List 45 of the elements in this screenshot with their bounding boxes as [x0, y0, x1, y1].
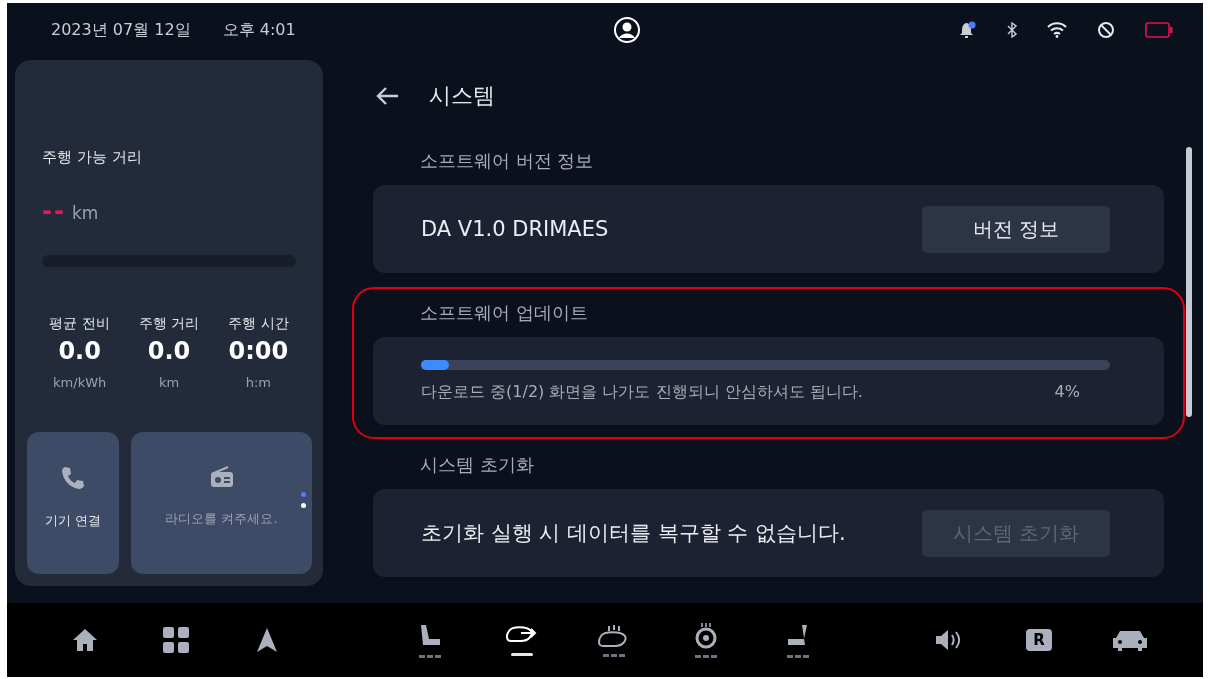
stat-label: 주행 거리 [138, 315, 200, 333]
time: 오후 4:01 [222, 19, 296, 41]
panel-text: DA V1.0 DRIMAES [421, 217, 609, 241]
stat-value: 0.0 [147, 337, 191, 365]
range-label: 주행 가능 거리 [42, 148, 143, 167]
device-connect-widget[interactable]: 기기 연결 [27, 432, 119, 574]
scrollbar[interactable] [1186, 147, 1192, 417]
phone-icon [61, 466, 85, 490]
stat-unit: km/kWh [53, 375, 107, 390]
car-icon [1113, 629, 1147, 651]
grid-icon [162, 627, 189, 653]
progress-percent: 4% [1054, 381, 1080, 403]
stat-unit: h:m [245, 375, 271, 390]
panel-text: 초기화 실행 시 데이터를 복구할 수 없습니다. [421, 520, 846, 547]
notification-icon[interactable] [959, 21, 977, 39]
range-unit: km [71, 203, 99, 223]
radio-icon [209, 466, 234, 488]
stat-label: 평균 전비 [49, 315, 110, 333]
stat-unit: km [158, 375, 180, 390]
device-connect-label: 기기 연결 [44, 512, 102, 530]
rear-camera-button[interactable]: R [1026, 629, 1052, 651]
blocked-icon[interactable] [1097, 21, 1115, 39]
radio-hint: 라디오를 켜주세요. [165, 510, 278, 528]
page-dot[interactable] [301, 503, 306, 508]
profile-icon[interactable] [614, 17, 641, 43]
wifi-icon[interactable] [1047, 22, 1067, 38]
stat-value: 0:00 [228, 337, 289, 365]
navigation-arrow-icon [256, 628, 277, 652]
home-icon [71, 628, 98, 652]
page-dot[interactable] [301, 492, 306, 497]
section-label: 시스템 초기화 [420, 453, 534, 477]
progress-message: 다운로드 중(1/2) 화면을 나가도 진행되니 안심하셔도 됩니다. [421, 381, 863, 403]
bluetooth-icon[interactable] [1007, 22, 1017, 38]
battery-icon[interactable] [1145, 22, 1173, 38]
stat-value: 0.0 [58, 337, 101, 365]
stat-label: 주행 시간 [228, 315, 289, 333]
panel-button[interactable]: 버전 정보 [922, 205, 1110, 253]
range-value: -- [42, 197, 66, 225]
date: 2023년 07월 12일 [51, 19, 191, 41]
page-title: 시스템 [429, 82, 495, 110]
section-label: 소프트웨어 업데이트 [420, 301, 588, 325]
back-arrow-icon[interactable] [375, 86, 399, 106]
steering-wheel-icon [694, 622, 718, 649]
volume-icon [935, 629, 961, 651]
section-label: 소프트웨어 버전 정보 [420, 149, 594, 173]
